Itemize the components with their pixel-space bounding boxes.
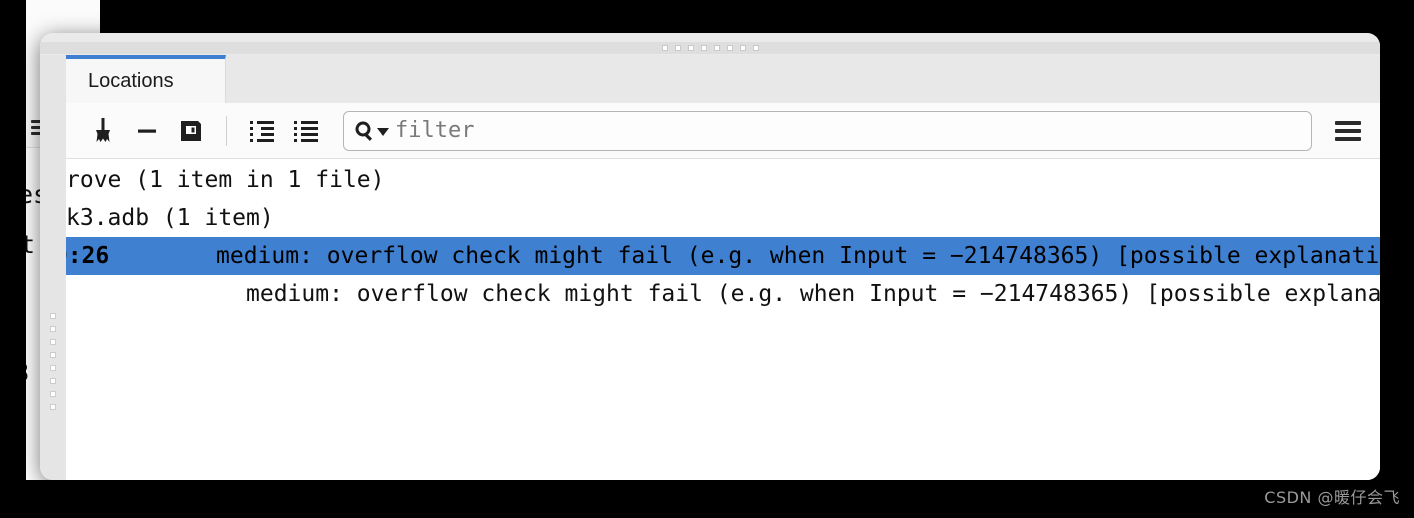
expand-all-button[interactable] [285, 111, 327, 151]
screenshot-root: es t 8 Locations [0, 0, 1414, 518]
chevron-down-icon[interactable] [377, 128, 389, 136]
list-item[interactable]: k3.adb (1 item) [66, 199, 1380, 237]
window-drag-grip-inner[interactable] [40, 42, 1380, 54]
file-label: k3.adb (1 item) [66, 205, 274, 231]
list-item[interactable]: rove (1 item in 1 file) [66, 161, 1380, 199]
search-magnifier-icon[interactable] [354, 120, 395, 142]
location-line-column: 10:26 [66, 243, 110, 269]
table-row[interactable]: 10:26 medium: overflow check might fail … [66, 237, 1380, 275]
window-drag-grip[interactable] [40, 33, 1380, 55]
background-text-fragment: 8 [26, 360, 29, 385]
summary-label: rove (1 item in 1 file) [66, 167, 385, 193]
locations-panel-window: Locations filter rove (1 item in 1 file)… [40, 33, 1380, 480]
diagnostic-message: medium: overflow check might fail (e.g. … [246, 281, 1380, 307]
tab-locations-label: Locations [88, 69, 174, 92]
table-row[interactable]: medium: overflow check might fail (e.g. … [66, 275, 1380, 313]
toolbar-separator [226, 115, 227, 146]
diagnostic-message: medium: overflow check might fail (e.g. … [216, 243, 1380, 269]
filter-search-box[interactable] [343, 110, 1312, 151]
tab-strip: Locations [66, 55, 1380, 103]
save-locations-button[interactable] [170, 111, 212, 151]
background-text-fragment: t [26, 230, 36, 259]
watermark: CSDN @暖仔会飞 [1264, 488, 1400, 507]
search-input[interactable] [395, 118, 1301, 143]
clear-locations-button[interactable] [82, 111, 124, 151]
remove-location-button[interactable] [126, 111, 168, 151]
locations-toolbar [66, 103, 1380, 159]
locations-results-list[interactable]: rove (1 item in 1 file) k3.adb (1 item) … [66, 159, 1380, 480]
tab-locations[interactable]: Locations [66, 55, 226, 103]
grip-dots [661, 45, 759, 51]
vertical-splitter-handle[interactable] [40, 55, 66, 480]
collapse-all-button[interactable] [241, 111, 283, 151]
dialog-body: Locations filter rove (1 item in 1 file)… [66, 55, 1380, 480]
hamburger-menu-button[interactable] [1326, 111, 1370, 151]
